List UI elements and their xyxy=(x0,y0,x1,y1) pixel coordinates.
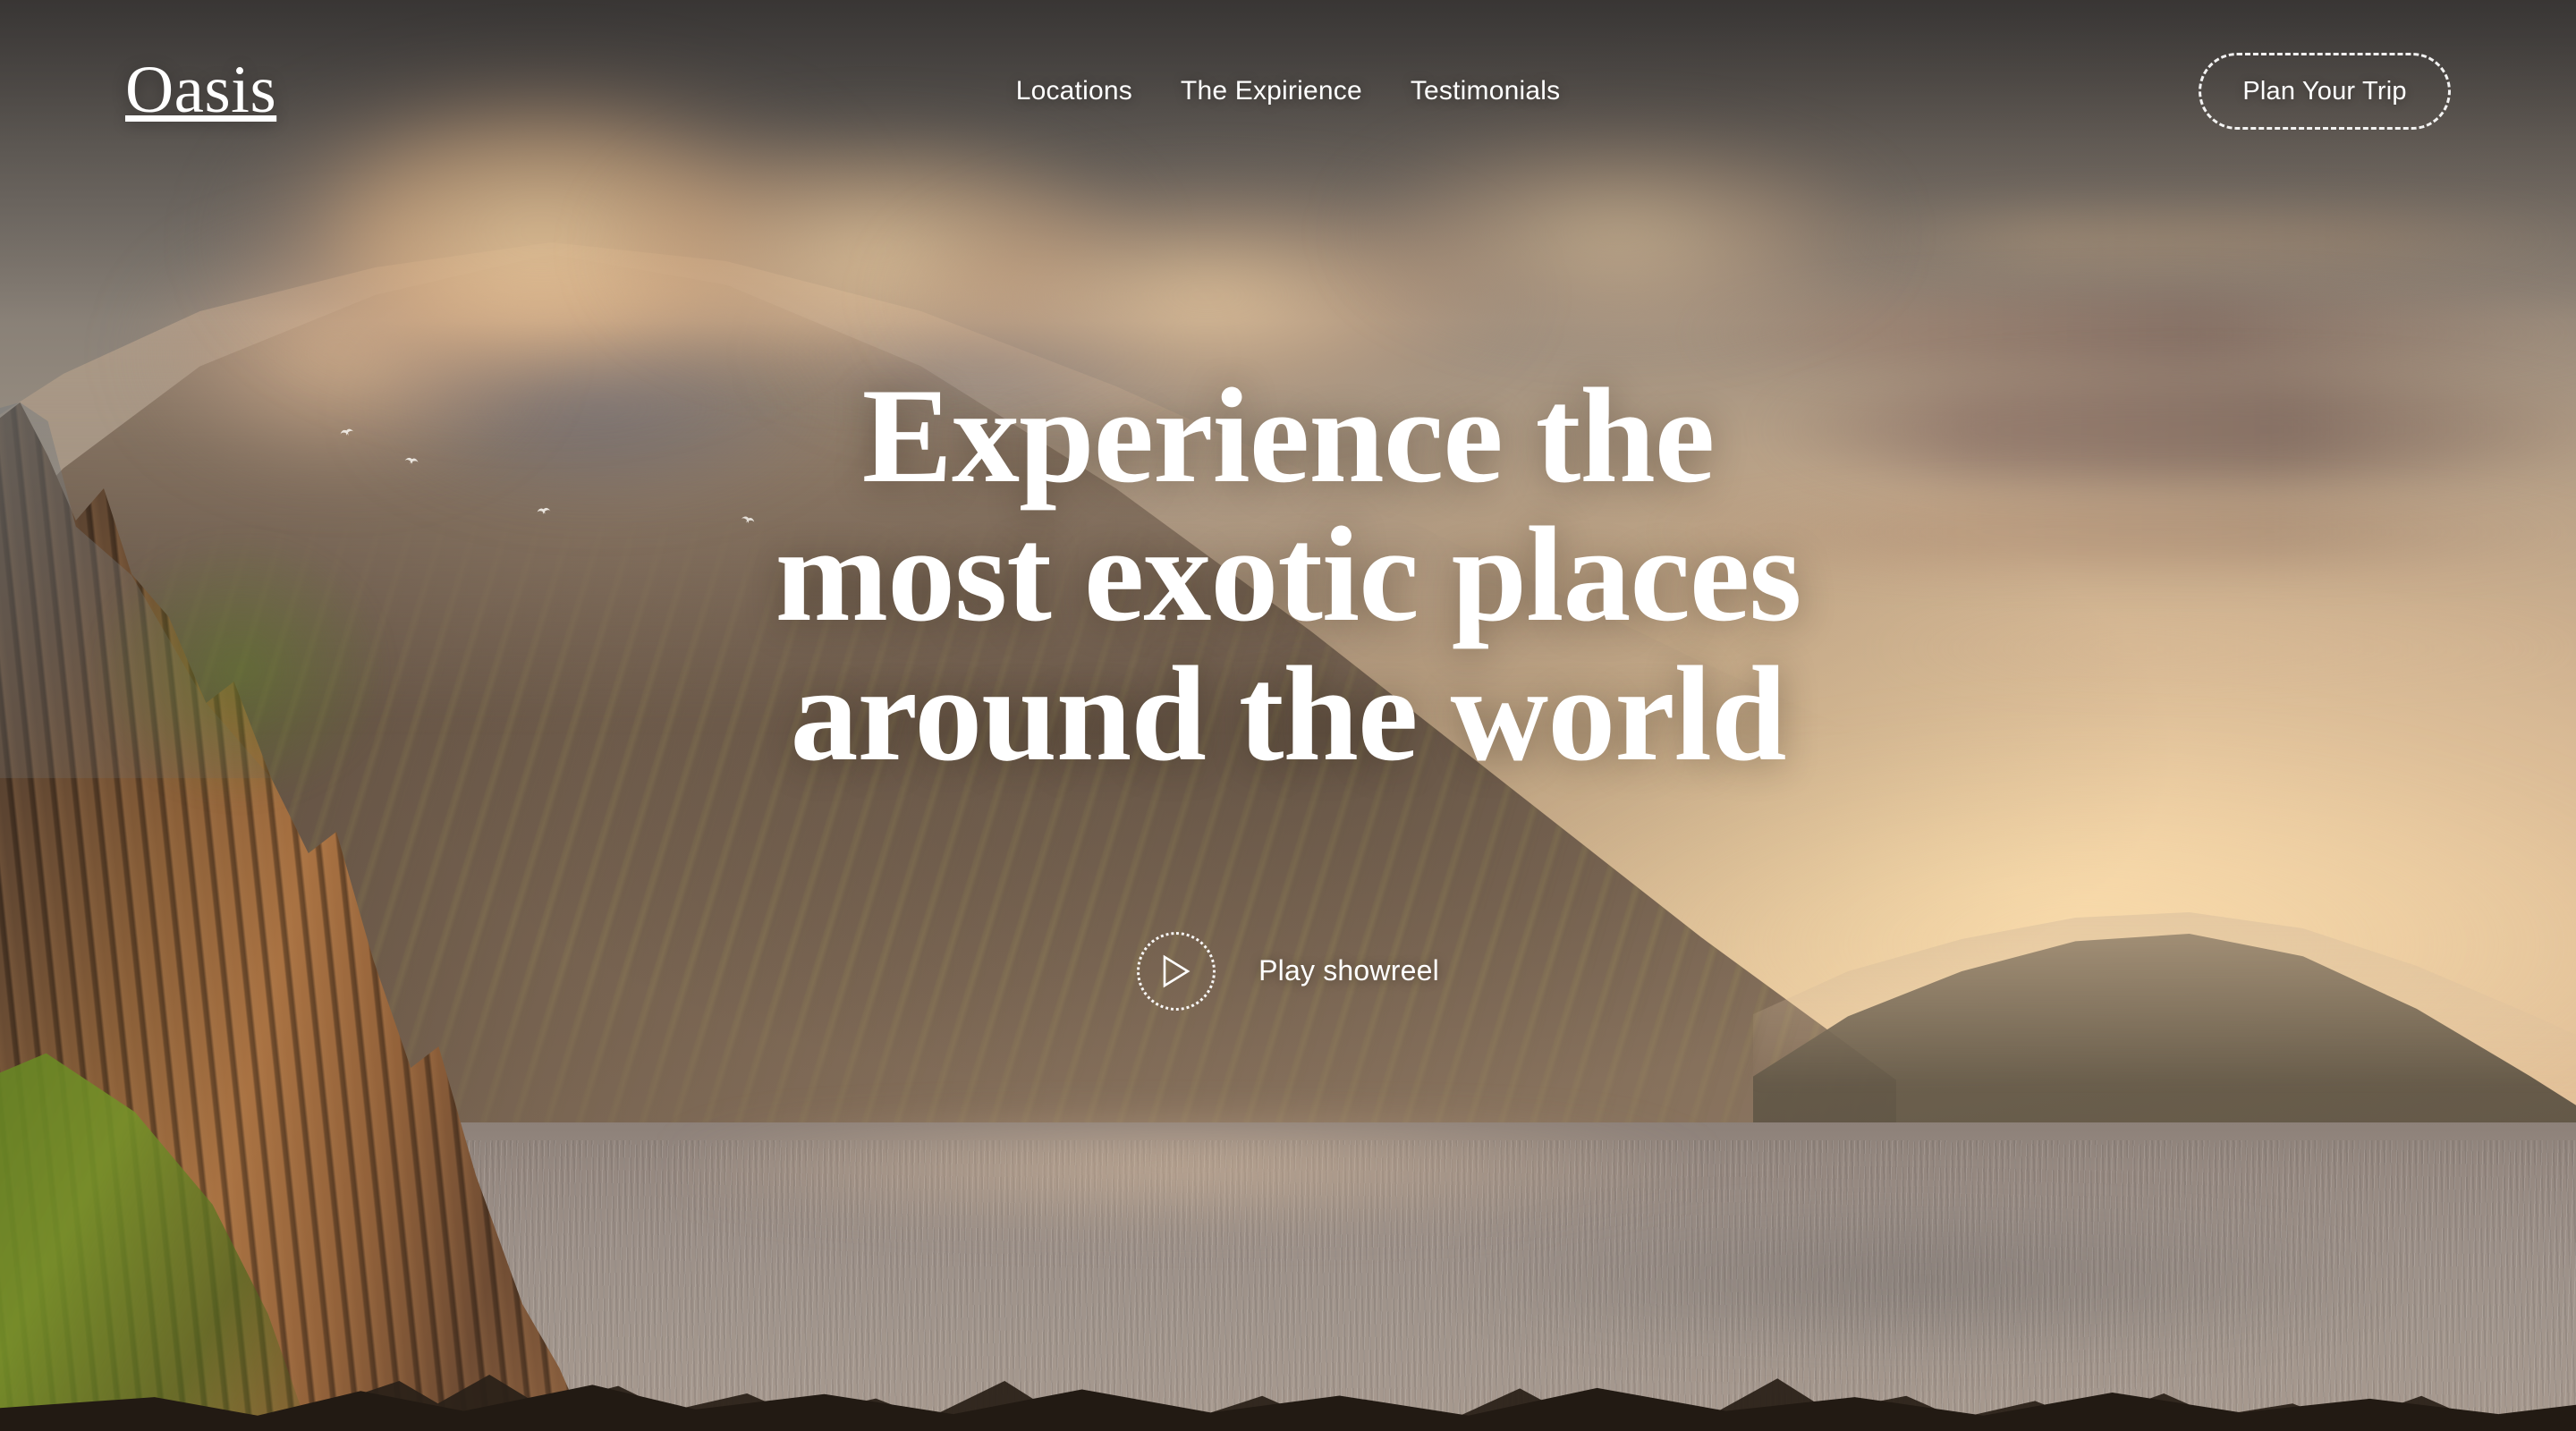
headline-line-1: Experience the xyxy=(861,360,1716,512)
play-showreel-label: Play showreel xyxy=(1258,954,1439,987)
play-triangle-icon xyxy=(1163,954,1191,987)
headline-line-2: most exotic places xyxy=(775,499,1801,650)
page-title: Experience the most exotic places around… xyxy=(775,367,1801,783)
play-showreel-button[interactable]: Play showreel xyxy=(1137,931,1439,1011)
ui-overlay: Oasis Locations The Expirience Testimoni… xyxy=(0,0,2576,1431)
play-circle[interactable] xyxy=(1137,931,1216,1011)
hero-section: Experience the most exotic places around… xyxy=(0,0,2576,1431)
headline-line-3: around the world xyxy=(790,638,1787,789)
page-root: Oasis Locations The Expirience Testimoni… xyxy=(0,0,2576,1431)
